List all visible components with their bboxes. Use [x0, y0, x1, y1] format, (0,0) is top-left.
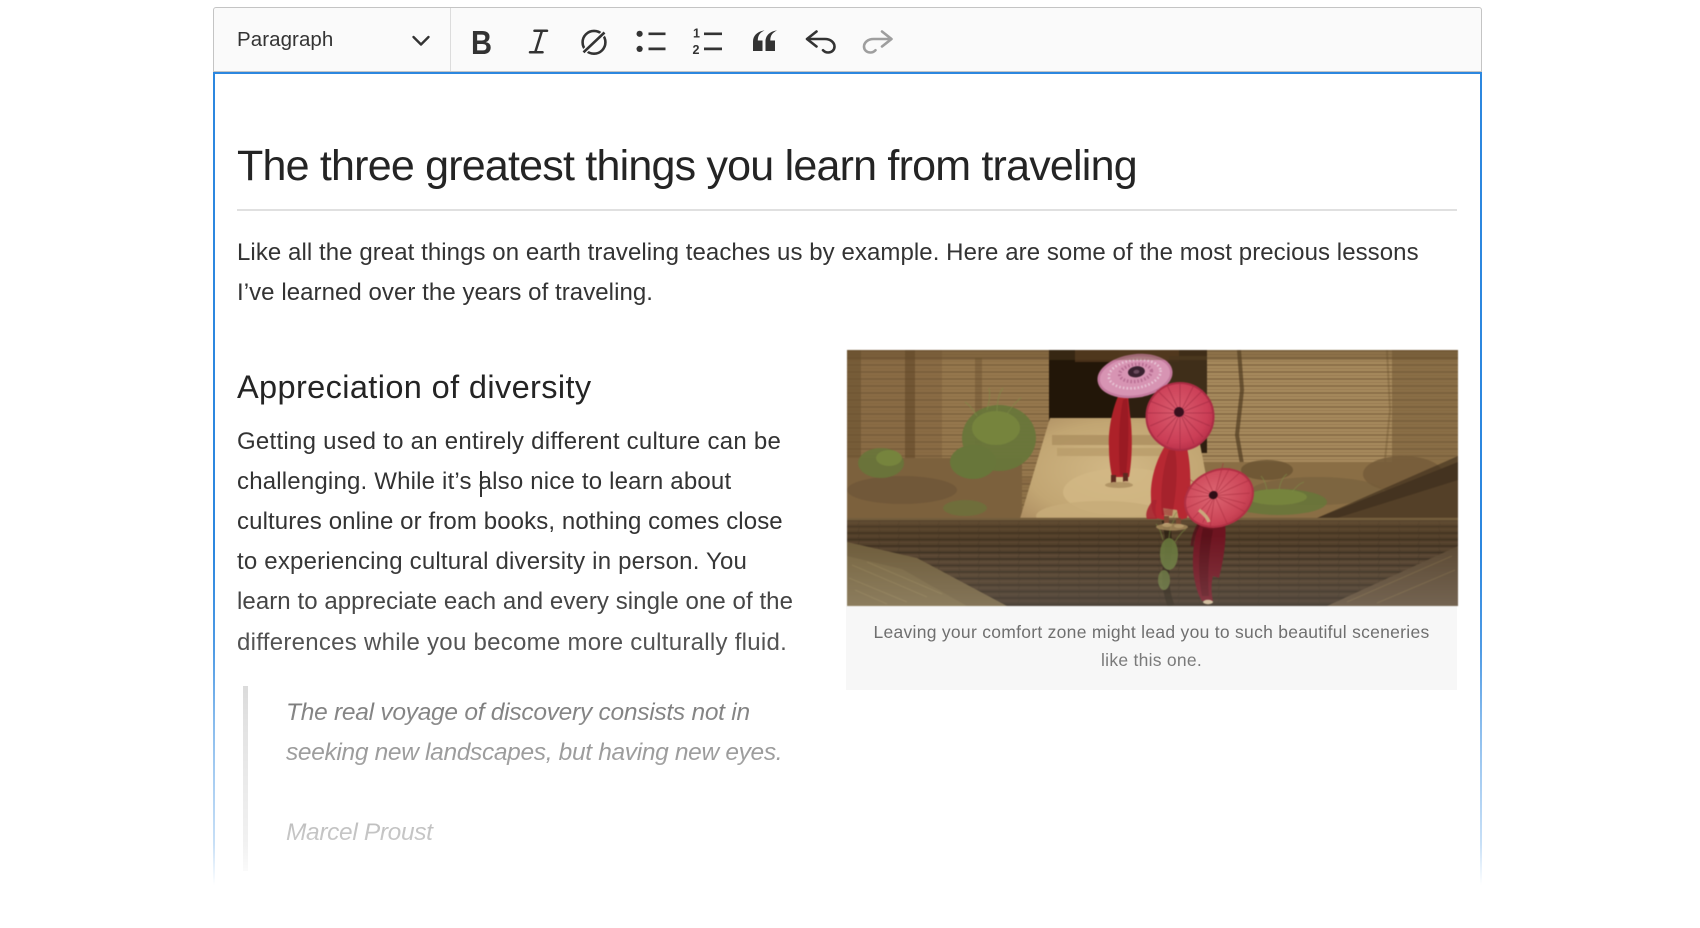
svg-text:B: B: [471, 24, 492, 61]
svg-text:2: 2: [693, 43, 700, 57]
svg-text:1: 1: [693, 27, 700, 41]
